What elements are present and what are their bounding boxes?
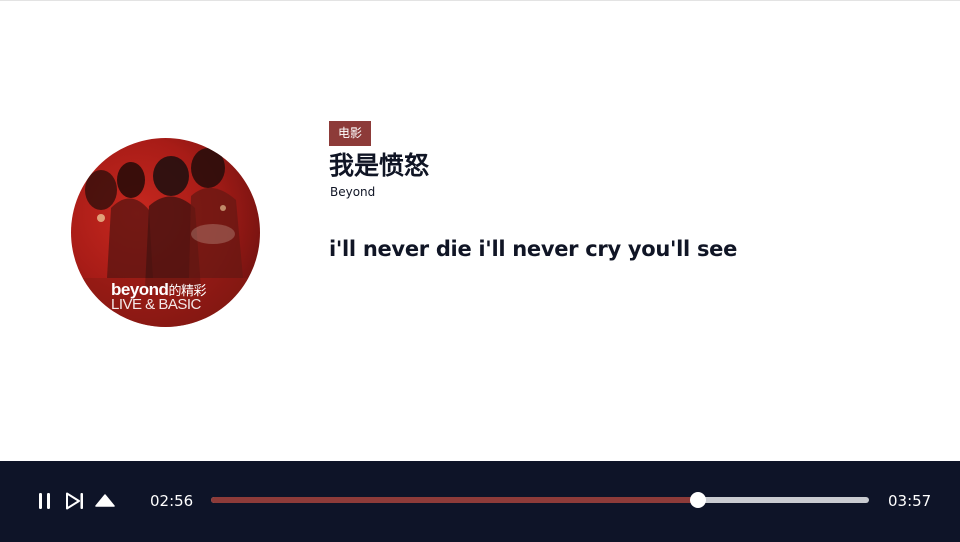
progress-handle[interactable]	[689, 492, 706, 508]
next-track-button[interactable]	[66, 492, 84, 510]
pause-icon	[39, 493, 50, 509]
current-time: 02:56	[150, 492, 194, 510]
genre-tag[interactable]: 电影	[329, 121, 372, 146]
artist-name[interactable]: Beyond	[330, 184, 375, 200]
pause-button[interactable]	[37, 492, 53, 510]
next-track-icon	[66, 492, 83, 510]
playlist-toggle-button[interactable]	[95, 492, 115, 510]
total-time: 03:57	[888, 492, 932, 510]
player-bar: 02:56 03:57	[0, 461, 960, 542]
album-art: beyond的精彩 LIVE & BASIC	[71, 138, 260, 327]
song-title: 我是愤怒	[329, 151, 430, 180]
album-art-subtitle: LIVE & BASIC	[111, 296, 201, 313]
current-lyric: i'll never die i'll never cry you'll see	[329, 237, 738, 261]
progress-fill	[211, 497, 698, 503]
eject-icon	[95, 494, 115, 507]
now-playing-panel: beyond的精彩 LIVE & BASIC 电影 我是愤怒 Beyond i'…	[0, 1, 960, 461]
progress-bar[interactable]	[211, 492, 869, 508]
